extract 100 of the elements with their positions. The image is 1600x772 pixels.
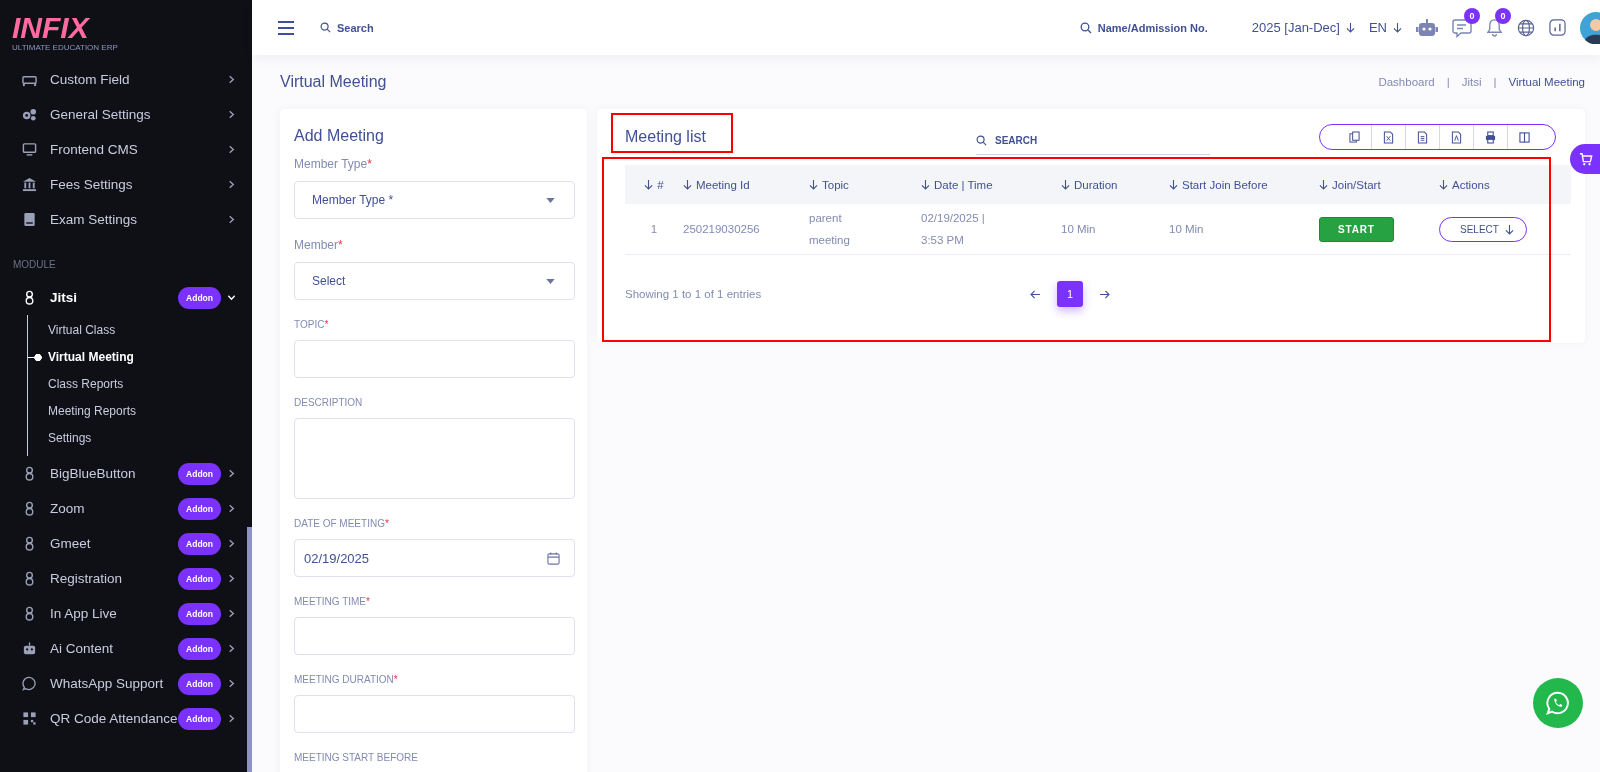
field-label: MEETING START BEFORE [294, 752, 419, 763]
qr-code-icon [22, 711, 37, 726]
language-dropdown[interactable]: EN [1368, 20, 1402, 35]
column-header[interactable]: Topic [809, 178, 921, 191]
sidebar-item[interactable]: Jitsi Addon [0, 280, 246, 315]
column-header[interactable]: Date | Time [921, 178, 1061, 191]
print-icon [1485, 130, 1496, 144]
select-field[interactable]: Member Type * [294, 181, 575, 219]
gears-icon [22, 107, 37, 122]
robot-icon [22, 641, 37, 656]
sidebar-item[interactable]: Exam Settings [0, 202, 246, 237]
bank-icon [22, 177, 37, 192]
robot-icon[interactable] [1416, 18, 1438, 37]
submenu-item[interactable]: Class Reports [28, 371, 246, 398]
whatsapp-button[interactable] [1533, 678, 1583, 728]
pdf-file-icon [1451, 130, 1462, 144]
search-field[interactable]: Search [320, 21, 374, 34]
session-dropdown[interactable]: 2025 [Jan-Dec] [1251, 20, 1355, 35]
addon-badge: Addon [178, 602, 221, 625]
page-title: Virtual Meeting [280, 73, 388, 91]
search-field[interactable]: SEARCH [976, 127, 1210, 155]
sidebar-item[interactable]: QR Code Attendance Addon [0, 701, 246, 736]
sidebar-item[interactable]: General Settings [0, 97, 246, 132]
excel-file-icon [1383, 130, 1394, 144]
sidebar-item[interactable]: Gmeet Addon [0, 526, 246, 561]
bell-icon[interactable] [1486, 18, 1503, 37]
sidebar-item[interactable]: Registration Addon [0, 561, 246, 596]
input-field[interactable] [294, 340, 575, 378]
csv-file-icon [1417, 130, 1428, 144]
addon-badge: Addon [178, 672, 221, 695]
caret-icon [546, 197, 555, 203]
search-icon [1079, 21, 1092, 34]
sidebar-item[interactable]: Ai Content Addon [0, 631, 246, 666]
chart-icon[interactable] [1549, 19, 1566, 36]
card-title: Add Meeting [294, 127, 385, 145]
select-dropdown-button[interactable]: SELECT [1439, 216, 1527, 242]
column-header[interactable]: # [625, 178, 683, 191]
chat-icon[interactable] [1452, 17, 1472, 38]
sidebar-item[interactable]: WhatsApp Support Addon [0, 666, 246, 701]
cart-icon [1579, 152, 1593, 166]
sort-icon [921, 179, 930, 190]
sidebar-item[interactable]: Fees Settings [0, 167, 246, 202]
sidebar-item[interactable]: Frontend CMS [0, 132, 246, 167]
table-cell-text: 250219030256 [683, 222, 761, 237]
submenu-item[interactable]: Virtual Meeting [28, 344, 246, 371]
field-label: MEETING DURATION* [294, 674, 399, 685]
entries-info: Showing 1 to 1 of 1 entries [625, 288, 763, 300]
column-header[interactable]: Duration [1061, 178, 1169, 191]
student-search-field[interactable]: Name/Admission No. [1079, 21, 1208, 34]
sort-icon [683, 179, 692, 190]
column-header[interactable]: Join/Start [1319, 178, 1439, 191]
addon-badge: Addon [178, 637, 221, 660]
date-field[interactable]: 02/19/2025 [294, 539, 575, 577]
sidebar-item[interactable]: Custom Field [0, 62, 246, 97]
logo-tagline: ULTIMATE EDUCATION ERP [12, 43, 119, 52]
down-arrow-icon [1504, 223, 1514, 235]
monitor-icon [22, 142, 37, 157]
table-cell-text: 10 Min [1061, 222, 1097, 237]
previous-page-icon[interactable] [1030, 289, 1041, 299]
down-arrow-icon [1393, 22, 1402, 33]
field-label: DATE OF MEETING* [294, 518, 390, 529]
field-label: TOPIC* [294, 319, 330, 330]
search-icon [320, 22, 331, 33]
textarea-field[interactable] [294, 418, 575, 499]
globe-icon[interactable] [1517, 18, 1535, 37]
addon-badge: Addon [178, 532, 221, 555]
input-field[interactable] [294, 617, 575, 655]
submenu-item[interactable]: Virtual Class [28, 317, 246, 344]
card-title: Meeting list [625, 128, 707, 146]
columns-icon [1519, 130, 1530, 144]
sort-icon [1061, 179, 1070, 190]
table-cell-text: 10 Min [1169, 222, 1205, 237]
submenu-item[interactable]: Meeting Reports [28, 398, 246, 425]
sidebar-item[interactable]: In App Live Addon [0, 596, 246, 631]
sort-icon [644, 179, 654, 190]
page-button[interactable]: 1 [1057, 281, 1083, 307]
addon-badge: Addon [178, 462, 221, 485]
table-cell-text: 02/19/2025 | 3:53 PM [921, 211, 986, 248]
copy-icon [1349, 130, 1360, 144]
breadcrumb-link[interactable]: Virtual Meeting [1508, 76, 1585, 88]
input-field[interactable] [294, 695, 575, 733]
field-label: DESCRIPTION [294, 397, 364, 408]
select-field[interactable]: Select [294, 262, 575, 300]
sidebar-item[interactable]: Zoom Addon [0, 491, 246, 526]
scrollbar[interactable] [247, 527, 252, 772]
sidebar-item[interactable]: BigBlueButton Addon [0, 456, 246, 491]
sort-icon [1439, 179, 1448, 190]
column-header[interactable]: Start Join Before [1169, 178, 1319, 191]
search-icon [976, 135, 987, 146]
addon-badge: Addon [178, 567, 221, 590]
next-page-icon[interactable] [1099, 289, 1110, 299]
menu-icon[interactable] [278, 20, 294, 35]
addon-badge: Addon [178, 286, 221, 309]
chat-bubble-icon [22, 676, 37, 691]
addon-badge: Addon [178, 707, 221, 730]
column-header[interactable]: Meeting Id [683, 178, 809, 191]
cart-button[interactable] [1570, 144, 1600, 174]
calendar-icon [547, 551, 560, 565]
submenu-item[interactable]: Settings [28, 425, 246, 452]
column-header[interactable]: Actions [1439, 178, 1571, 191]
